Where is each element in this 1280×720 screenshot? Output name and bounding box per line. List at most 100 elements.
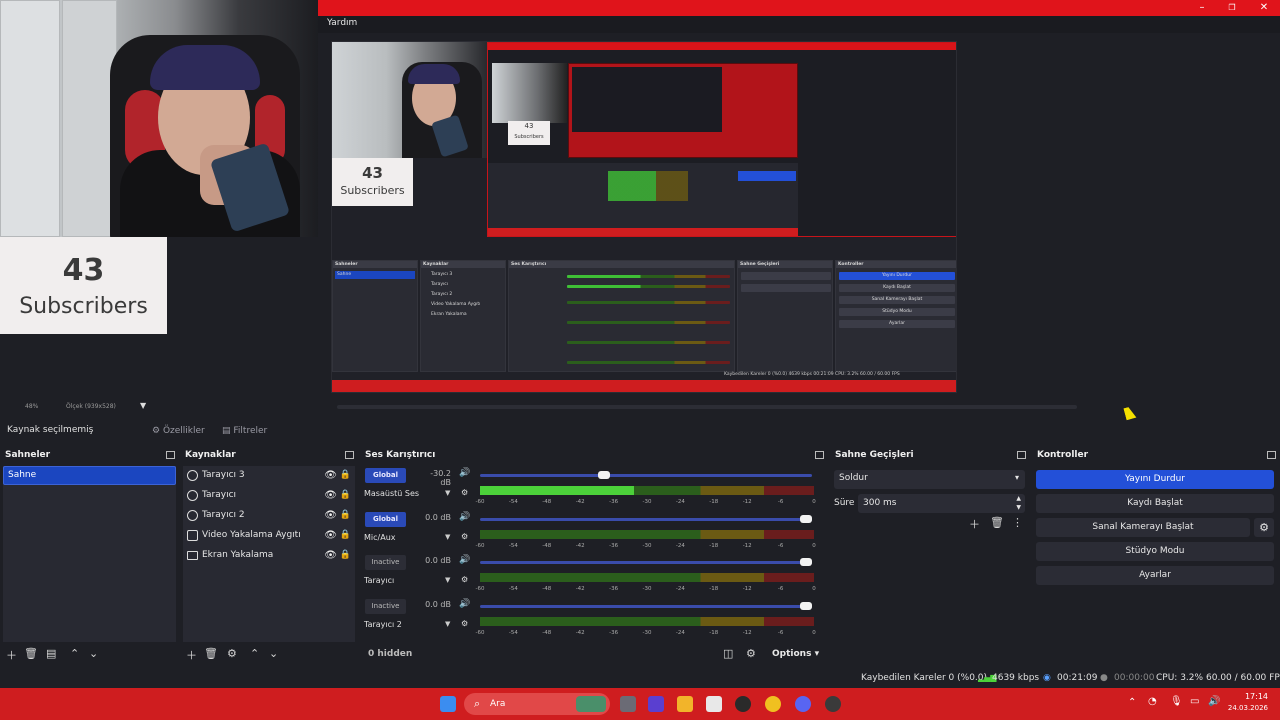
eye-icon[interactable]: 👁 (324, 510, 337, 521)
volume-knob[interactable] (800, 558, 812, 566)
zoom-dropdown-icon[interactable]: ▼ (140, 401, 146, 410)
source-item[interactable]: Ekran Yakalama 👁 🔒 (183, 546, 355, 566)
filters-button[interactable]: ▤ Filtreler (216, 422, 273, 440)
volume-knob[interactable] (800, 515, 812, 523)
channel-badge[interactable]: Global (365, 468, 406, 483)
properties-button[interactable]: ⚙ Özellikler (146, 422, 211, 440)
scenes-list[interactable] (3, 466, 176, 642)
settings-button[interactable]: Ayarlar (1036, 566, 1274, 585)
chevron-up-icon[interactable]: ⌃ (250, 647, 259, 660)
minimize-button[interactable]: – (1192, 2, 1212, 14)
channel-settings-icon[interactable]: ⚙ (461, 532, 468, 541)
taskbar-search[interactable]: ⌕ Ara (464, 693, 610, 715)
gear-icon[interactable]: ⚙ (227, 647, 237, 660)
file-explorer-icon[interactable] (677, 696, 693, 712)
speaker-icon[interactable]: 🔊 (459, 512, 470, 522)
store-icon[interactable] (706, 696, 722, 712)
start-virtualcam-button[interactable]: Sanal Kamerayı Başlat (1036, 518, 1250, 537)
channel-settings-icon[interactable]: ⚙ (461, 619, 468, 628)
options-button[interactable]: Options ▾ (772, 649, 819, 659)
obs-icon[interactable] (735, 696, 751, 712)
transition-select[interactable]: Soldur ▾ (834, 470, 1025, 489)
channel-badge[interactable]: Global (365, 512, 406, 527)
scene-item[interactable]: Sahne (3, 466, 176, 485)
eye-icon[interactable]: 👁 (324, 530, 337, 541)
volume-knob[interactable] (598, 471, 611, 479)
chevron-down-icon[interactable]: ⌄ (269, 647, 278, 660)
eye-icon[interactable]: 👁 (324, 470, 337, 481)
eye-icon[interactable]: 👁 (324, 550, 337, 561)
lock-icon[interactable]: 🔒 (340, 470, 351, 480)
zoom-percent[interactable]: 48% (25, 403, 38, 410)
source-item[interactable]: Tarayıcı 👁 🔒 (183, 486, 355, 506)
lock-icon[interactable]: 🔒 (340, 550, 351, 560)
widgets-icon[interactable] (648, 696, 664, 712)
hidden-count[interactable]: 0 hidden (368, 649, 412, 659)
mic-icon[interactable]: 🎙 (1170, 696, 1183, 707)
volume-icon[interactable]: 🔊 (1208, 696, 1220, 707)
close-button[interactable]: ✕ (1254, 2, 1274, 14)
preview-scrollbar[interactable] (337, 405, 1077, 409)
volume-slider[interactable] (480, 602, 812, 610)
speaker-icon[interactable]: 🔊 (459, 599, 470, 609)
stream-preview[interactable]: 43 Subscribers 43 Subscribers Sahneler Sa… (331, 41, 957, 393)
lock-icon[interactable]: 🔒 (340, 530, 351, 540)
tray-chevron-icon[interactable]: ⌃ (1128, 697, 1136, 708)
clock-time[interactable]: 17:14 (1232, 692, 1268, 701)
source-item[interactable]: Tarayıcı 2 👁 🔒 (183, 506, 355, 526)
network-icon[interactable]: ◔ (1148, 696, 1157, 707)
lock-icon[interactable]: 🔒 (340, 490, 351, 500)
chevron-down-icon[interactable]: ▼ (445, 489, 450, 497)
dock-popout-icon[interactable] (345, 451, 354, 459)
stop-stream-button[interactable]: Yayını Durdur (1036, 470, 1274, 489)
source-item[interactable]: Video Yakalama Aygıtı 👁 🔒 (183, 526, 355, 546)
layout-icon[interactable]: ◫ (723, 647, 733, 660)
windows-start-icon[interactable] (440, 696, 456, 712)
chrome-icon[interactable] (765, 696, 781, 712)
add-transition-icon[interactable]: ＋ (969, 516, 980, 532)
speaker-icon[interactable]: 🔊 (459, 555, 470, 565)
task-view-icon[interactable] (620, 696, 636, 712)
lock-icon[interactable]: 🔒 (340, 510, 351, 520)
speaker-icon[interactable]: 🔊 (459, 468, 470, 478)
source-item[interactable]: Tarayıcı 3 👁 🔒 (183, 466, 355, 486)
zoom-detail[interactable]: Ölçek (939x528) (66, 403, 116, 410)
trash-icon[interactable]: 🗑 (204, 647, 218, 660)
dock-popout-icon[interactable] (815, 451, 824, 459)
chevron-up-icon[interactable]: ⌃ (70, 647, 79, 660)
mixer-settings-icon[interactable]: ⚙ (746, 647, 756, 660)
discord-icon[interactable] (795, 696, 811, 712)
eye-icon[interactable]: 👁 (324, 490, 337, 501)
settings-app-icon[interactable] (825, 696, 841, 712)
chevron-down-icon[interactable]: ▼ (445, 533, 450, 541)
studio-mode-button[interactable]: Stüdyo Modu (1036, 542, 1274, 561)
dock-popout-icon[interactable] (1017, 451, 1026, 459)
duration-field[interactable]: 300 ms ▲ ▼ (858, 494, 1025, 513)
channel-badge[interactable]: Inactive (365, 599, 406, 614)
dock-popout-icon[interactable] (1267, 451, 1276, 459)
trash-icon[interactable]: 🗑 (990, 516, 1004, 529)
add-icon[interactable]: ＋ (186, 647, 197, 663)
more-icon[interactable]: ⋮ (1012, 516, 1023, 529)
virtualcam-settings-icon[interactable]: ⚙ (1254, 518, 1274, 537)
start-record-button[interactable]: Kaydı Başlat (1036, 494, 1274, 513)
filter-icon[interactable]: ▤ (46, 647, 56, 660)
channel-settings-icon[interactable]: ⚙ (461, 575, 468, 584)
volume-slider[interactable] (480, 558, 812, 566)
channel-settings-icon[interactable]: ⚙ (461, 488, 468, 497)
chevron-down-icon[interactable]: ▼ (445, 620, 450, 628)
dock-popout-icon[interactable] (166, 451, 175, 459)
trash-icon[interactable]: 🗑 (24, 647, 38, 660)
volume-knob[interactable] (800, 602, 812, 610)
maximize-button[interactable]: ❐ (1222, 2, 1242, 14)
volume-slider[interactable] (480, 515, 812, 523)
stepper-icon[interactable]: ▲ ▼ (1016, 494, 1021, 512)
menu-help[interactable]: Yardım (327, 18, 357, 28)
volume-slider[interactable] (480, 471, 812, 479)
display-icon[interactable]: ▭ (1190, 696, 1199, 707)
channel-badge[interactable]: Inactive (365, 555, 406, 570)
chevron-down-icon[interactable]: ▼ (445, 576, 450, 584)
add-icon[interactable]: ＋ (6, 647, 17, 663)
clock-date[interactable]: 24.03.2026 (1222, 704, 1268, 712)
chevron-down-icon[interactable]: ⌄ (89, 647, 98, 660)
